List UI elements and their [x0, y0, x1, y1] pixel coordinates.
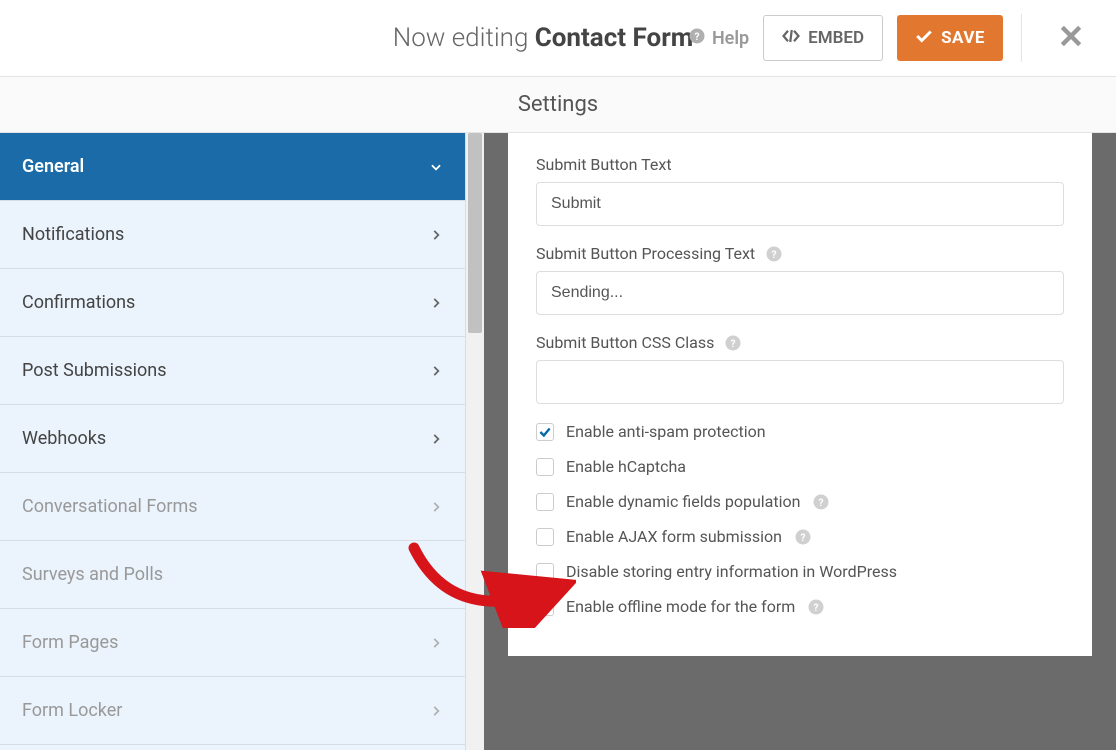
- close-button[interactable]: [1046, 13, 1096, 63]
- label-css-class: Submit Button CSS Class ?: [536, 333, 1064, 352]
- checkbox[interactable]: [536, 493, 554, 511]
- top-bar: Now editing Contact Form ? Help EMBED SA…: [0, 0, 1116, 77]
- sidebar-item-label: Notifications: [22, 224, 124, 245]
- sidebar-item-webhooks[interactable]: Webhooks: [0, 405, 465, 473]
- input-css-class[interactable]: [536, 360, 1064, 404]
- checkbox[interactable]: [536, 563, 554, 581]
- sidebar-item-label: Surveys and Polls: [22, 564, 163, 585]
- checkbox[interactable]: [536, 598, 554, 616]
- sidebar-scrollbar[interactable]: [466, 133, 484, 750]
- chevron-right-icon: [429, 364, 443, 378]
- checkbox-label: Enable offline mode for the form: [566, 597, 795, 616]
- sidebar-item-label: Conversational Forms: [22, 496, 198, 517]
- sidebar-item-label: Post Submissions: [22, 360, 166, 381]
- field-submit-text: Submit Button Text: [536, 155, 1064, 226]
- sidebar: General Notifications Confirmations Post Su…: [0, 133, 466, 750]
- checkbox-label: Enable dynamic fields population: [566, 492, 800, 511]
- chevron-right-icon: [429, 568, 443, 582]
- sidebar-wrap: General Notifications Confirmations Post Su…: [0, 133, 484, 750]
- chevron-right-icon: [429, 432, 443, 446]
- save-button[interactable]: SAVE: [897, 15, 1003, 61]
- help-circle-icon[interactable]: ?: [724, 334, 742, 352]
- save-label: SAVE: [941, 28, 985, 48]
- chevron-right-icon: [429, 704, 443, 718]
- code-icon: [782, 28, 800, 48]
- sidebar-item-surveys-and-polls[interactable]: Surveys and Polls: [0, 541, 465, 609]
- input-submit-text[interactable]: [536, 182, 1064, 226]
- close-icon: [1058, 23, 1084, 53]
- help-circle-icon[interactable]: ?: [812, 493, 830, 511]
- checkbox-row: Enable anti-spam protection: [536, 422, 1064, 441]
- field-css-class: Submit Button CSS Class ?: [536, 333, 1064, 404]
- checkbox-row: Disable storing entry information in Wor…: [536, 562, 1064, 581]
- embed-button[interactable]: EMBED: [763, 15, 883, 61]
- input-processing-text[interactable]: [536, 271, 1064, 315]
- editing-prefix: Now editing: [393, 23, 535, 53]
- checkbox-row: Enable hCaptcha: [536, 457, 1064, 476]
- svg-text:?: ?: [731, 336, 736, 349]
- field-processing-text: Submit Button Processing Text ?: [536, 244, 1064, 315]
- checkbox[interactable]: [536, 423, 554, 441]
- sidebar-item-general[interactable]: General: [0, 133, 465, 201]
- svg-text:?: ?: [814, 600, 819, 613]
- svg-text:?: ?: [694, 29, 699, 42]
- svg-text:?: ?: [772, 247, 777, 260]
- settings-panel: Submit Button Text Submit Button Process…: [508, 133, 1092, 656]
- sidebar-item-form-locker[interactable]: Form Locker: [0, 677, 465, 745]
- help-circle-icon[interactable]: ?: [794, 528, 812, 546]
- label-css-class-span: Submit Button CSS Class: [536, 333, 714, 352]
- checkbox-row: Enable dynamic fields population?: [536, 492, 1064, 511]
- checkbox-list: Enable anti-spam protection Enable hCaptc…: [536, 422, 1064, 616]
- help-circle-icon[interactable]: ?: [807, 598, 825, 616]
- editing-title: Now editing Contact Form: [393, 23, 694, 53]
- sidebar-item-confirmations[interactable]: Confirmations: [0, 269, 465, 337]
- help-label: Help: [712, 28, 749, 49]
- label-submit-text: Submit Button Text: [536, 155, 1064, 174]
- embed-label: EMBED: [808, 28, 864, 48]
- help-link[interactable]: ? Help: [688, 27, 749, 50]
- main-area: Submit Button Text Submit Button Process…: [484, 133, 1116, 750]
- checkbox-label: Enable anti-spam protection: [566, 422, 766, 441]
- form-name: Contact Form: [535, 23, 694, 53]
- sidebar-item-label: Form Locker: [22, 700, 122, 721]
- checkbox-label: Disable storing entry information in Wor…: [566, 562, 897, 581]
- sidebar-item-label: General: [22, 156, 84, 177]
- checkbox[interactable]: [536, 528, 554, 546]
- sidebar-item-notifications[interactable]: Notifications: [0, 201, 465, 269]
- chevron-right-icon: [429, 296, 443, 310]
- help-circle-icon: ?: [688, 27, 706, 50]
- sidebar-item-label: Webhooks: [22, 428, 106, 449]
- scrollbar-thumb[interactable]: [468, 133, 482, 333]
- sidebar-item-post-submissions[interactable]: Post Submissions: [0, 337, 465, 405]
- svg-text:?: ?: [819, 495, 824, 508]
- sidebar-item-label: Form Pages: [22, 632, 118, 653]
- settings-title: Settings: [518, 92, 598, 117]
- body: General Notifications Confirmations Post Su…: [0, 133, 1116, 750]
- checkbox-label: Enable hCaptcha: [566, 457, 686, 476]
- chevron-right-icon: [429, 636, 443, 650]
- label-processing-text-span: Submit Button Processing Text: [536, 244, 755, 263]
- label-processing-text: Submit Button Processing Text ?: [536, 244, 1064, 263]
- settings-header: Settings: [0, 77, 1116, 133]
- check-icon: [915, 28, 933, 48]
- sidebar-item-conversational-forms[interactable]: Conversational Forms: [0, 473, 465, 541]
- checkbox-row: Enable offline mode for the form?: [536, 597, 1064, 616]
- sidebar-item-form-pages[interactable]: Form Pages: [0, 609, 465, 677]
- divider: [1021, 14, 1022, 62]
- chevron-down-icon: [429, 160, 443, 174]
- chevron-right-icon: [429, 500, 443, 514]
- checkbox-label: Enable AJAX form submission: [566, 527, 782, 546]
- chevron-right-icon: [429, 228, 443, 242]
- checkbox-row: Enable AJAX form submission?: [536, 527, 1064, 546]
- sidebar-item-label: Confirmations: [22, 292, 135, 313]
- checkbox[interactable]: [536, 458, 554, 476]
- help-circle-icon[interactable]: ?: [765, 245, 783, 263]
- svg-text:?: ?: [800, 530, 805, 543]
